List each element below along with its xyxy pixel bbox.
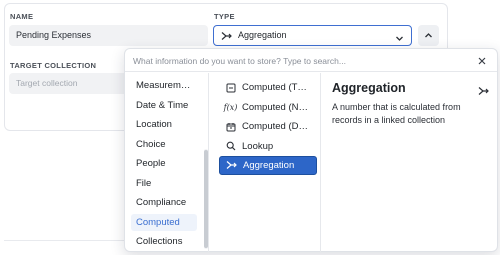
detail-description: A number that is calculated from records… [332,102,461,125]
type-select-value: Aggregation [238,30,287,40]
text-box-icon [225,82,236,93]
category-item-measurement[interactable]: Measurem… [131,77,197,94]
search-bar [125,49,497,72]
option-label: Computed (N… [242,101,308,113]
aggregation-icon [478,83,489,101]
scrollbar-thumb[interactable] [204,150,208,248]
name-label: NAME [10,12,34,21]
option-lookup[interactable]: Lookup [219,137,317,156]
type-select[interactable]: Aggregation [213,25,412,46]
option-aggregation[interactable]: Aggregation [219,155,317,175]
type-label: TYPE [214,12,235,21]
category-item-date-time[interactable]: Date & Time [131,97,197,114]
search-icon [225,141,236,152]
option-label: Computed (T… [242,82,307,93]
aggregation-icon [221,31,232,41]
type-picker-popover: Measurem… Date & Time Location Choice Pe… [124,48,498,252]
option-label: Aggregation [243,159,295,171]
collapse-button[interactable] [418,25,439,46]
detail-title: Aggregation [332,81,406,95]
option-label: Lookup [242,140,274,152]
category-list: Measurem… Date & Time Location Choice Pe… [125,73,209,252]
option-computed-date[interactable]: Computed (D… [219,117,317,136]
function-icon: f(x) [223,102,238,112]
option-label: Computed (D… [242,121,308,132]
name-input[interactable]: Pending Expenses [9,25,208,46]
target-collection-label: TARGET COLLECTION [10,61,97,70]
chevron-up-icon [424,31,433,40]
calendar-icon [225,121,236,132]
option-computed-number[interactable]: f(x) Computed (N… [219,98,317,117]
type-option-list: Computed (T… f(x) Computed (N… Computed … [210,73,321,252]
divider [4,240,134,241]
category-item-compliance[interactable]: Compliance [131,194,197,211]
option-computed-text[interactable]: Computed (T… [219,78,317,97]
search-input[interactable] [133,53,463,68]
category-item-collections[interactable]: Collections [131,233,197,250]
category-item-people[interactable]: People [131,155,197,172]
category-item-file[interactable]: File [131,175,197,192]
close-icon[interactable] [476,54,488,66]
category-item-choice[interactable]: Choice [131,136,197,153]
type-detail-panel: Aggregation A number that is calculated … [322,73,498,252]
aggregation-icon [226,160,237,171]
category-item-computed[interactable]: Computed [131,213,197,231]
target-collection-input[interactable]: Target collection [9,73,129,94]
category-item-location[interactable]: Location [131,116,197,133]
